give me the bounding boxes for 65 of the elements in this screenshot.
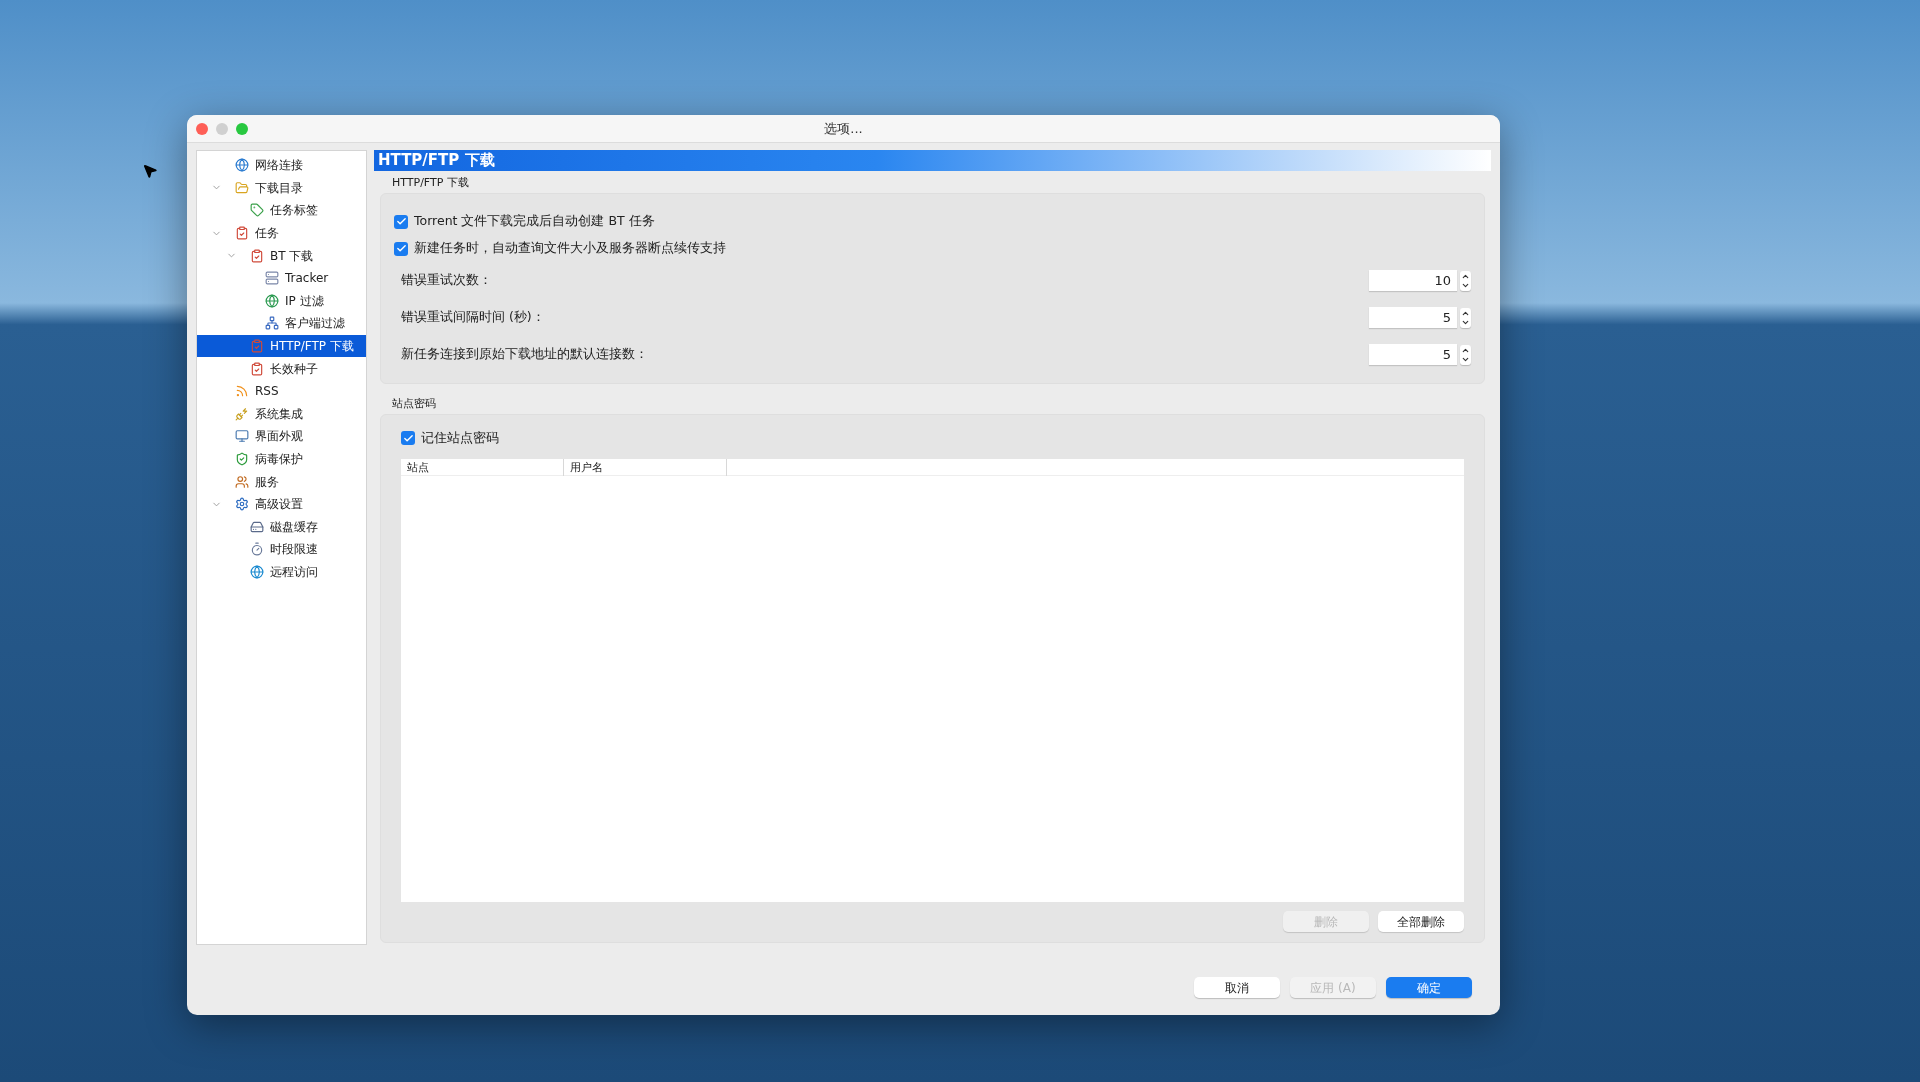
tree-item[interactable]: 客户端过滤 (197, 312, 366, 335)
number-field[interactable]: 5 (1369, 344, 1457, 365)
settings-icon (235, 497, 249, 512)
users-icon (235, 474, 249, 489)
tree-item[interactable]: Tracker (197, 266, 366, 290)
option-label: 新建任务时，自动查询文件大小及服务器断点续传支持 (414, 239, 726, 258)
column-header[interactable]: 站点 (401, 458, 564, 476)
stepper[interactable] (1460, 307, 1471, 328)
column-header[interactable]: 用户名 (564, 458, 727, 476)
clipboard-icon (250, 339, 264, 354)
table-action-button[interactable]: 全部删除 (1378, 911, 1464, 932)
monitor-icon (235, 429, 249, 444)
page-header: HTTP/FTP 下载 (374, 150, 1491, 171)
globe-icon (235, 158, 249, 173)
dialog-button[interactable]: 确定 (1386, 977, 1472, 998)
stepper[interactable] (1460, 270, 1471, 291)
checkbox[interactable] (394, 241, 408, 256)
group-title: 站点密码 (391, 396, 437, 412)
plug-icon (235, 406, 249, 421)
option-label: 记住站点密码 (421, 428, 499, 447)
tree-item[interactable]: 病毒保护 (197, 447, 366, 471)
number-field[interactable]: 10 (1369, 270, 1457, 291)
mouse-pointer-icon (142, 163, 158, 181)
network-icon (265, 316, 279, 331)
tree-item[interactable]: 时段限速 (197, 538, 366, 561)
tree-item[interactable]: 远程访问 (197, 560, 366, 584)
tree-item[interactable]: 任务标签 (197, 199, 366, 222)
number-field[interactable]: 5 (1369, 307, 1457, 328)
close-button[interactable] (196, 123, 208, 135)
stepper[interactable] (1460, 344, 1471, 365)
tree-item[interactable]: 高级设置 (197, 492, 366, 516)
checkbox[interactable] (394, 214, 408, 229)
tree-item[interactable]: 网络连接 (197, 154, 366, 177)
field-label: 错误重试次数： (401, 271, 493, 290)
hard-drive-icon (250, 519, 264, 534)
tree-item[interactable]: IP 过滤 (197, 289, 366, 313)
group-title: HTTP/FTP 下载 (391, 175, 470, 191)
clipboard-icon (235, 226, 249, 241)
shield-icon (235, 452, 249, 466)
clipboard-icon (250, 248, 264, 263)
option-label: Torrent 文件下载完成后自动创建 BT 任务 (414, 212, 655, 231)
globe-icon (250, 565, 264, 579)
globe-icon (265, 293, 279, 308)
tree-item[interactable]: 服务 (197, 470, 366, 493)
tree-item[interactable]: 界面外观 (197, 425, 366, 448)
tree-item[interactable]: HTTP/FTP 下载 (197, 334, 366, 358)
field-label: 错误重试间隔时间 (秒)： (401, 308, 546, 327)
window-title: 选项... (824, 119, 863, 138)
dialog-button[interactable]: 取消 (1194, 977, 1280, 998)
tree-item[interactable]: 长效种子 (197, 357, 366, 380)
tree-item[interactable]: 下载目录 (197, 176, 366, 200)
tree-item[interactable]: BT 下载 (197, 244, 366, 267)
tree-item[interactable]: RSS (197, 379, 366, 403)
tag-icon (250, 203, 264, 218)
rss-icon (235, 384, 249, 399)
checkbox[interactable] (401, 431, 415, 445)
tree-item[interactable]: 磁盘缓存 (197, 515, 366, 539)
field-label: 新任务连接到原始下载地址的默认连接数： (401, 345, 649, 364)
tree-item[interactable]: 任务 (197, 221, 366, 245)
clipboard-icon (250, 361, 264, 376)
timer-icon (250, 542, 264, 557)
server-icon (265, 271, 279, 286)
zoom-button[interactable] (236, 123, 248, 135)
tree-item[interactable]: 系统集成 (197, 402, 366, 426)
folder-icon (235, 180, 249, 195)
